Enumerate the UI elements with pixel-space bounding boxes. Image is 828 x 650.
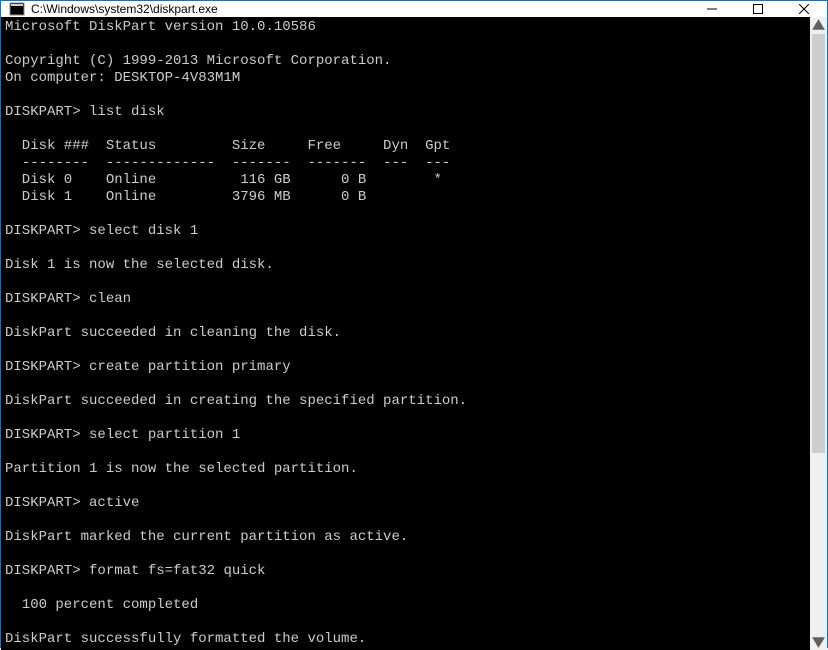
scroll-thumb[interactable] (812, 34, 825, 453)
table-divider: -------- ------------- ------- ------- -… (5, 155, 450, 171)
text: Copyright (C) 1999-2013 Microsoft Corpor… (5, 53, 391, 69)
window-title: C:\Windows\system32\diskpart.exe (31, 2, 218, 16)
scroll-track[interactable] (810, 34, 827, 633)
console-output[interactable]: Microsoft DiskPart version 10.0.10586 Co… (1, 17, 810, 650)
prompt: DISKPART> (5, 291, 81, 307)
prompt: DISKPART> (5, 427, 81, 443)
prompt: DISKPART> (5, 563, 81, 579)
prompt: DISKPART> (5, 495, 81, 511)
maximize-button[interactable] (735, 1, 781, 17)
prompt: DISKPART> (5, 359, 81, 375)
prompt: DISKPART> (5, 223, 81, 239)
response: 100 percent completed (5, 597, 198, 613)
command: format fs=fat32 quick (89, 563, 265, 579)
window-controls (689, 1, 827, 17)
command: select disk 1 (89, 223, 198, 239)
prompt: DISKPART> (5, 104, 81, 120)
command: active (89, 495, 139, 511)
table-row: Disk 1 Online 3796 MB 0 B (5, 189, 366, 205)
minimize-button[interactable] (689, 1, 735, 17)
text: On computer: DESKTOP-4V83M1M (5, 70, 240, 86)
console-area: Microsoft DiskPart version 10.0.10586 Co… (1, 17, 827, 650)
command: select partition 1 (89, 427, 240, 443)
command: create partition primary (89, 359, 291, 375)
text: Microsoft DiskPart version 10.0.10586 (5, 19, 316, 35)
close-button[interactable] (781, 1, 827, 17)
response: Partition 1 is now the selected partitio… (5, 461, 358, 477)
titlebar[interactable]: C:\Windows\system32\diskpart.exe (1, 1, 827, 17)
response: DiskPart succeeded in creating the speci… (5, 393, 467, 409)
response: DiskPart succeeded in cleaning the disk. (5, 325, 341, 341)
scroll-up-button[interactable] (810, 17, 827, 34)
window: C:\Windows\system32\diskpart.exe Microso… (0, 0, 828, 648)
response: DiskPart marked the current partition as… (5, 529, 408, 545)
vertical-scrollbar[interactable] (810, 17, 827, 650)
command: clean (89, 291, 131, 307)
table-header: Disk ### Status Size Free Dyn Gpt (5, 138, 450, 154)
app-icon (9, 1, 25, 17)
response: DiskPart successfully formatted the volu… (5, 631, 366, 647)
scroll-down-button[interactable] (810, 633, 827, 650)
command: list disk (89, 104, 165, 120)
table-row: Disk 0 Online 116 GB 0 B * (5, 172, 442, 188)
response: Disk 1 is now the selected disk. (5, 257, 274, 273)
